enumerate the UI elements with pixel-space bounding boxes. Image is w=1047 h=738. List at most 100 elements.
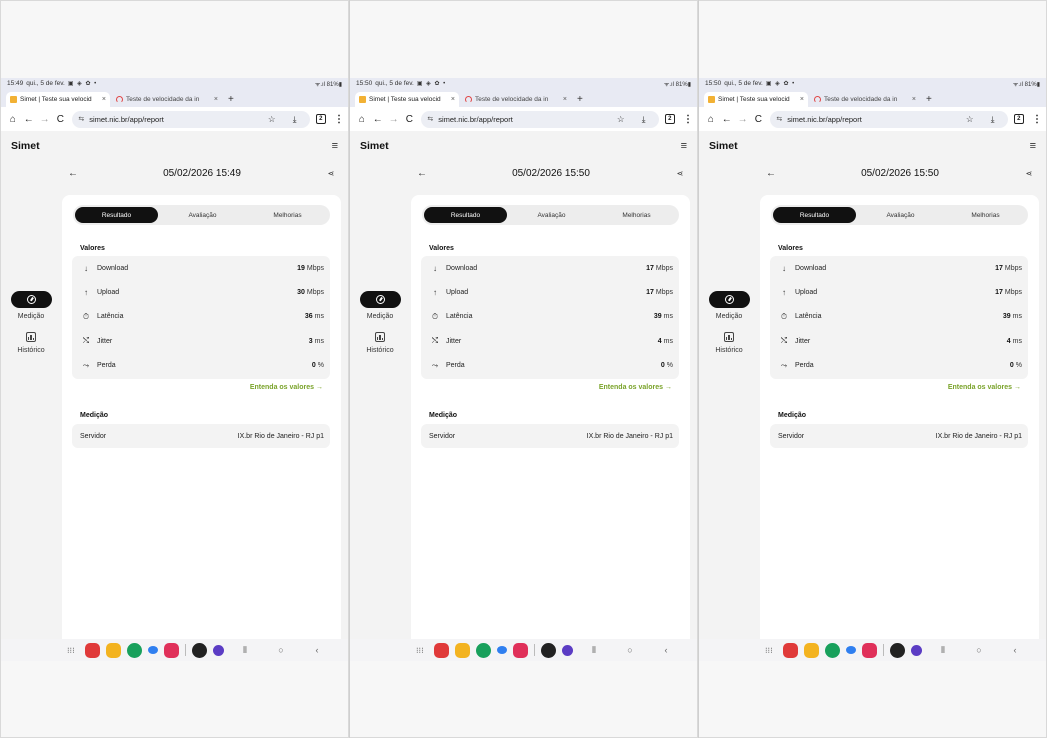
tab-close-icon[interactable]: × [102,96,106,103]
app-shortcut-icon[interactable] [862,642,877,658]
app-shortcut-icon[interactable] [890,642,905,658]
rail-active-pill[interactable] [359,291,401,308]
app-shortcut-icon[interactable] [513,642,528,658]
rail-item-medicao[interactable]: Medição [350,291,410,320]
app-shortcut-icon[interactable] [541,642,556,658]
tab-resultado[interactable]: Resultado [75,207,158,223]
home-button-icon[interactable]: ○ [266,645,296,655]
app-logo-text[interactable]: Simet [360,140,389,152]
bookmark-star-icon[interactable]: ☆ [263,114,281,125]
rail-active-pill[interactable] [708,291,750,308]
new-tab-button[interactable]: + [573,92,587,107]
browser-menu-icon[interactable]: ⋮ [1032,114,1042,125]
bookmark-star-icon[interactable]: ☆ [612,114,630,125]
app-shortcut-icon[interactable] [127,642,142,658]
hamburger-menu-icon[interactable]: ≡ [681,140,687,152]
tab-close-icon[interactable]: × [563,96,567,103]
home-icon[interactable]: ⌂ [703,114,719,125]
back-button-icon[interactable]: ‹ [1000,645,1030,655]
back-arrow-icon[interactable]: ← [63,168,83,179]
recent-apps-icon[interactable]: ⦀ [928,645,958,656]
site-settings-icon[interactable]: ⇆ [427,115,433,123]
learn-values-text[interactable]: Entenda os valores [250,384,314,391]
tab-close-icon[interactable]: × [451,96,455,103]
app-shortcut-icon[interactable] [164,642,179,658]
url-text[interactable]: simet.nic.br/app/report [438,115,606,124]
app-logo-text[interactable]: Simet [11,140,40,152]
app-drawer-icon[interactable]: ⁝⁝⁝ [765,646,777,655]
tab-melhorias[interactable]: Melhorias [594,205,679,225]
bookmark-star-icon[interactable]: ☆ [961,114,979,125]
browser-menu-icon[interactable]: ⋮ [334,114,344,125]
app-shortcut-icon[interactable] [192,642,207,658]
download-icon[interactable]: ⤓ [635,114,653,125]
app-shortcut-icon[interactable] [213,644,224,656]
recent-apps-icon[interactable]: ⦀ [230,645,260,656]
reload-icon[interactable]: C [401,114,417,125]
site-settings-icon[interactable]: ⇆ [78,115,84,123]
browser-menu-icon[interactable]: ⋮ [683,114,693,125]
rail-item-medicao[interactable]: Medição [699,291,759,320]
tab-close-icon[interactable]: × [800,96,804,103]
recent-apps-icon[interactable]: ⦀ [579,645,609,656]
rail-item-historico[interactable]: Histórico [1,330,61,354]
tab-avaliacao[interactable]: Avaliação [160,205,245,225]
app-drawer-icon[interactable]: ⁝⁝⁝ [416,646,428,655]
learn-values-link[interactable]: Entenda os valores → [250,384,323,391]
tab-switcher-button[interactable]: 2 [315,114,326,124]
url-text[interactable]: simet.nic.br/app/report [787,115,955,124]
app-shortcut-icon[interactable] [85,642,100,658]
url-text[interactable]: simet.nic.br/app/report [89,115,257,124]
reload-icon[interactable]: C [750,114,766,125]
download-icon[interactable]: ⤓ [984,114,1002,125]
back-button-icon[interactable]: ‹ [302,645,332,655]
tab-avaliacao[interactable]: Avaliação [858,205,943,225]
back-arrow-icon[interactable]: ← [412,168,432,179]
app-shortcut-icon[interactable] [783,642,798,658]
download-icon[interactable]: ⤓ [286,114,304,125]
app-shortcut-icon[interactable] [455,642,470,658]
home-icon[interactable]: ⌂ [5,114,21,125]
forward-icon[interactable]: → [37,114,53,125]
browser-tab-speedtest[interactable]: Teste de velocidade da in × [112,92,222,107]
back-icon[interactable]: ← [370,114,386,125]
learn-values-text[interactable]: Entenda os valores [599,384,663,391]
share-icon[interactable]: ⋖ [321,169,341,178]
site-settings-icon[interactable]: ⇆ [776,115,782,123]
tab-resultado[interactable]: Resultado [424,207,507,223]
rail-item-historico[interactable]: Histórico [699,330,759,354]
tab-melhorias[interactable]: Melhorias [943,205,1028,225]
app-shortcut-icon[interactable] [476,642,491,658]
hamburger-menu-icon[interactable]: ≡ [1030,140,1036,152]
tab-melhorias[interactable]: Melhorias [245,205,330,225]
tab-switcher-button[interactable]: 2 [1013,114,1024,124]
app-shortcut-icon[interactable] [804,642,819,658]
home-button-icon[interactable]: ○ [615,645,645,655]
address-bar[interactable]: ⇆ simet.nic.br/app/report ☆ ⤓ [72,110,310,128]
back-icon[interactable]: ← [21,114,37,125]
tab-close-icon[interactable]: × [912,96,916,103]
back-arrow-icon[interactable]: ← [761,168,781,179]
tab-switcher-button[interactable]: 2 [664,114,675,124]
browser-tab-simet[interactable]: Simet | Teste sua velocid × [355,92,459,107]
app-shortcut-icon[interactable] [846,646,856,654]
app-shortcut-icon[interactable] [434,642,449,658]
app-shortcut-icon[interactable] [497,646,507,654]
new-tab-button[interactable]: + [922,92,936,107]
rail-item-historico[interactable]: Histórico [350,330,410,354]
forward-icon[interactable]: → [735,114,751,125]
app-shortcut-icon[interactable] [825,642,840,658]
new-tab-button[interactable]: + [224,92,238,107]
tab-avaliacao[interactable]: Avaliação [509,205,594,225]
tab-close-icon[interactable]: × [214,96,218,103]
reload-icon[interactable]: C [52,114,68,125]
app-shortcut-icon[interactable] [148,646,158,654]
app-logo-text[interactable]: Simet [709,140,738,152]
app-shortcut-icon[interactable] [562,644,573,656]
address-bar[interactable]: ⇆ simet.nic.br/app/report ☆ ⤓ [770,110,1008,128]
browser-tab-speedtest[interactable]: Teste de velocidade da in × [461,92,571,107]
app-shortcut-icon[interactable] [911,644,922,656]
browser-tab-speedtest[interactable]: Teste de velocidade da in × [810,92,920,107]
forward-icon[interactable]: → [386,114,402,125]
back-button-icon[interactable]: ‹ [651,645,681,655]
